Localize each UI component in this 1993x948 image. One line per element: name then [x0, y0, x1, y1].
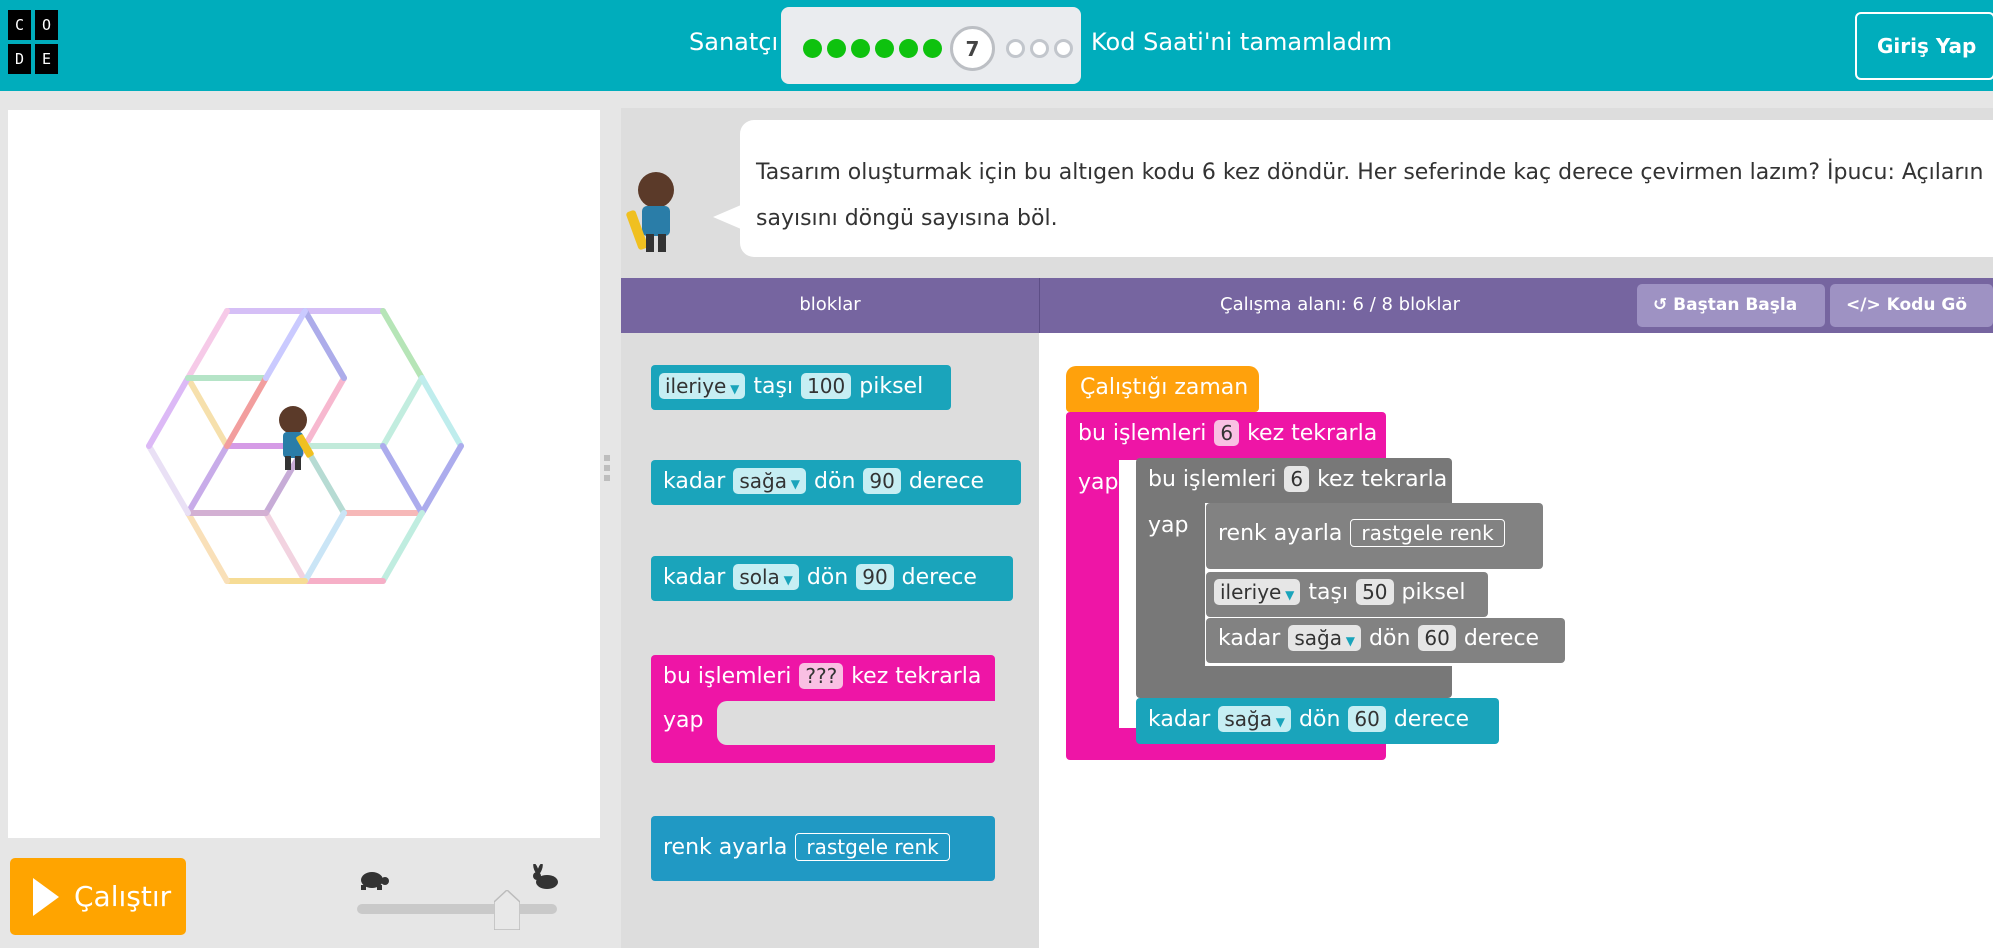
- level-dot-done[interactable]: [803, 39, 822, 58]
- logo-letter: O: [35, 10, 58, 40]
- block-text: renk ayarla: [663, 834, 788, 860]
- rabbit-icon: [533, 864, 558, 889]
- toolbox-color-block[interactable]: renk ayarla rastgele renk: [651, 816, 995, 881]
- level-dot-done[interactable]: [827, 39, 846, 58]
- degrees-input[interactable]: 60: [1418, 625, 1456, 651]
- block-text: kadar: [1218, 625, 1281, 651]
- run-button[interactable]: Çalıştır: [10, 858, 186, 935]
- level-dot-current[interactable]: 7: [950, 26, 995, 71]
- speed-slider-thumb[interactable]: [494, 890, 520, 930]
- direction-dropdown[interactable]: sağa: [1288, 625, 1362, 651]
- hour-of-code-done-link[interactable]: Kod Saati'ni tamamladım: [1091, 28, 1392, 56]
- block-text: taşı: [1308, 579, 1349, 605]
- drawing-canvas: [8, 110, 600, 838]
- start-over-label: Baştan Başla: [1673, 295, 1798, 315]
- block-text: piksel: [1401, 579, 1466, 605]
- block-text: bu işlemleri: [663, 663, 792, 689]
- level-progress: 7: [781, 7, 1081, 84]
- block-text: yap: [1148, 513, 1189, 538]
- degrees-input[interactable]: 60: [1348, 706, 1386, 732]
- logo-letter: C: [8, 10, 31, 40]
- show-code-button[interactable]: </> Kodu Gö: [1830, 284, 1993, 327]
- direction-dropdown[interactable]: ileriye: [1214, 579, 1301, 605]
- block-text: renk ayarla: [1218, 520, 1343, 546]
- level-dot-done[interactable]: [851, 39, 870, 58]
- block-text: yap: [1078, 470, 1119, 495]
- block-text: derece: [1463, 625, 1540, 651]
- toolbox-repeat-block[interactable]: bu işlemleri ??? kez tekrarla yap: [651, 655, 995, 763]
- signin-button[interactable]: Giriş Yap: [1855, 12, 1993, 80]
- show-code-label: Kodu Gö: [1886, 295, 1968, 315]
- workspace-header: bloklar Çalışma alanı: 6 / 8 bloklar ↺ B…: [621, 278, 1993, 333]
- run-button-label: Çalıştır: [74, 880, 172, 913]
- repeat-count-input[interactable]: 6: [1284, 466, 1310, 492]
- block-text: kadar: [663, 468, 726, 494]
- panel-resize-handle[interactable]: [604, 455, 612, 489]
- block-text: dön: [1369, 625, 1411, 651]
- logo-letter: D: [8, 44, 31, 74]
- block-text: kez tekrarla: [851, 663, 982, 689]
- when-run-block[interactable]: Çalıştığı zaman: [1066, 366, 1259, 412]
- block-text: yap: [663, 708, 704, 733]
- instructions-text: Tasarım oluşturmak için bu altıgen kodu …: [756, 160, 1984, 231]
- speech-bubble-tail: [713, 205, 741, 229]
- color-value[interactable]: rastgele renk: [1350, 519, 1505, 547]
- toolbox-turn-left-block[interactable]: kadar sola dön 90 derece: [651, 556, 1013, 601]
- block-text: kez tekrarla: [1317, 466, 1448, 492]
- level-dot-empty[interactable]: [1006, 39, 1025, 58]
- code-logo[interactable]: C O D E: [8, 10, 58, 74]
- block-text: piksel: [859, 373, 924, 399]
- move-forward-block[interactable]: ileriye taşı 50 piksel: [1206, 572, 1488, 617]
- logo-letter: E: [35, 44, 58, 74]
- distance-input[interactable]: 100: [801, 373, 852, 399]
- block-text: derece: [1393, 706, 1470, 732]
- turn-outer-block[interactable]: kadar sağa dön 60 derece: [1136, 698, 1499, 744]
- block-text: taşı: [753, 373, 794, 399]
- direction-dropdown[interactable]: ileriye: [659, 373, 746, 399]
- direction-dropdown[interactable]: sağa: [1218, 706, 1292, 732]
- level-dot-done[interactable]: [899, 39, 918, 58]
- direction-dropdown[interactable]: sağa: [733, 468, 807, 494]
- workspace-title: Çalışma alanı: 6 / 8 bloklar: [1220, 294, 1460, 315]
- block-text: kez tekrarla: [1247, 420, 1378, 446]
- level-dot-done[interactable]: [923, 39, 942, 58]
- block-text: dön: [1299, 706, 1341, 732]
- artist-avatar: [626, 172, 674, 252]
- block-text: dön: [806, 564, 849, 590]
- block-text: bu işlemleri: [1078, 420, 1207, 446]
- repeat-count-input[interactable]: ???: [799, 663, 844, 689]
- hexagon-drawing: [146, 308, 464, 584]
- level-title: Sanatçı: [689, 28, 779, 56]
- reset-icon: ↺: [1653, 295, 1668, 315]
- level-dot-empty[interactable]: [1054, 39, 1073, 58]
- toolbox-title: bloklar: [799, 294, 861, 315]
- turtle-icon: [361, 872, 389, 890]
- block-text: kadar: [663, 564, 726, 590]
- block-text: dön: [814, 468, 856, 494]
- set-color-block[interactable]: renk ayarla rastgele renk: [1206, 503, 1543, 569]
- play-icon: [33, 878, 59, 916]
- block-text: bu işlemleri: [1148, 466, 1277, 492]
- block-text: kadar: [1148, 706, 1211, 732]
- block-text: derece: [901, 564, 977, 590]
- degrees-input[interactable]: 90: [856, 564, 894, 590]
- degrees-input[interactable]: 90: [863, 468, 901, 494]
- direction-dropdown[interactable]: sola: [733, 564, 799, 590]
- distance-input[interactable]: 50: [1356, 579, 1394, 605]
- toolbox-move-block[interactable]: ileriye taşı 100 piksel: [651, 365, 951, 410]
- block-text: derece: [908, 468, 985, 494]
- repeat-count-input[interactable]: 6: [1214, 420, 1240, 446]
- block-text: Çalıştığı zaman: [1080, 375, 1249, 400]
- speed-slider-track[interactable]: [357, 904, 557, 914]
- level-dot-empty[interactable]: [1030, 39, 1049, 58]
- code-icon: </>: [1846, 295, 1881, 315]
- color-value[interactable]: rastgele renk: [795, 833, 950, 861]
- level-dot-done[interactable]: [875, 39, 894, 58]
- repeat-slot: [717, 701, 995, 745]
- toolbox-turn-right-block[interactable]: kadar sağa dön 90 derece: [651, 460, 1021, 505]
- turn-inner-block[interactable]: kadar sağa dön 60 derece: [1206, 618, 1565, 663]
- start-over-button[interactable]: ↺ Baştan Başla: [1637, 284, 1825, 327]
